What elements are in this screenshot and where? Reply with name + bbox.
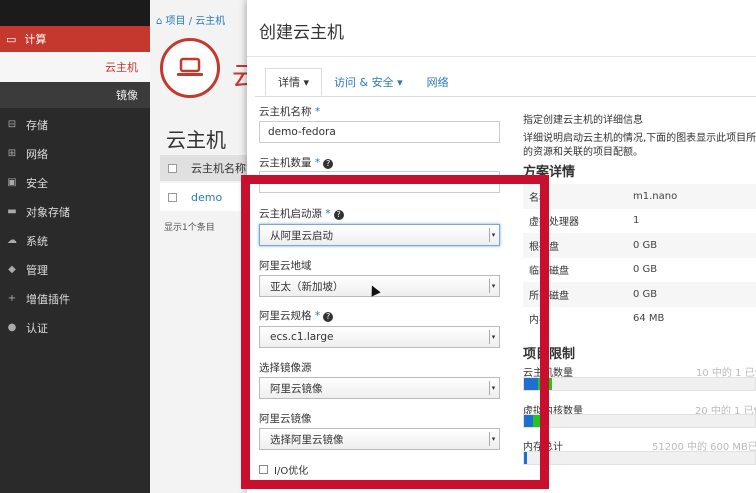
instance-count-label: 云主机数量 *? xyxy=(259,155,334,170)
home-icon[interactable]: ⌂ xyxy=(156,16,166,27)
sidebar-item-network[interactable]: ⊞ 网络 xyxy=(0,139,150,168)
tab-network[interactable]: 网络 xyxy=(415,68,461,96)
description-line-2: 的资源和关联的项目配额。 xyxy=(523,147,643,158)
sidebar-item-compute[interactable]: ▭ 计算 xyxy=(0,26,150,52)
page-title: 云主机 xyxy=(166,128,226,152)
tab-access-security[interactable]: 访问 & 安全 ▾ xyxy=(322,68,415,96)
quota-bar-ram xyxy=(523,451,756,465)
user-icon: ● xyxy=(7,322,17,333)
cloud-icon: ☁ xyxy=(7,235,17,246)
sidebar-item-label: 系统 xyxy=(26,234,48,248)
sidebar-subitem-instances[interactable]: 云主机 xyxy=(0,52,150,82)
modal-title: 创建云主机 xyxy=(259,23,344,43)
page-content: ⌂ 项目 / 云主机 云 云主机 云主机名称 demo 显示1个条目 xyxy=(150,0,258,493)
sidebar-subitem-images[interactable]: 镜像 xyxy=(0,82,150,108)
intro-text: 指定创建云主机的详细信息 xyxy=(523,115,643,126)
tabs-divider xyxy=(255,96,756,97)
sidebar-item-label: 对象存储 xyxy=(26,205,70,219)
sidebar: ▭ 计算 云主机 镜像 ⊟ 存储 ⊞ 网络 ▣ 安全 ▬ 对象存储 ☁ 系统 ◆… xyxy=(0,0,150,493)
modal-tabs: 详情 ▾ 访问 & 安全 ▾ 网络 xyxy=(265,68,461,96)
monitor-icon: ▭ xyxy=(6,32,17,46)
row-checkbox[interactable] xyxy=(168,192,177,202)
table-footer: 显示1个条目 xyxy=(164,223,215,233)
label-text: 云主机数量 xyxy=(259,157,312,169)
flavor-details-table: 名称 m1.nano 虚拟处理器 1 根磁盘 0 GB 临时磁盘 0 GB 所有磁盘 0 … xyxy=(523,184,756,331)
lock-icon: ▣ xyxy=(7,177,17,188)
table-row: 临时磁盘 0 GB xyxy=(523,258,756,283)
network-icon: ⊞ xyxy=(7,148,17,159)
select-all-checkbox[interactable] xyxy=(168,163,177,173)
required-marker: * xyxy=(314,106,321,118)
graduation-cap-icon: ◆ xyxy=(8,264,16,275)
sidebar-item-label: 管理 xyxy=(26,263,48,277)
sidebar-topbar xyxy=(0,0,150,26)
breadcrumb-text[interactable]: 项目 / 云主机 xyxy=(166,16,226,27)
sidebar-item-storage[interactable]: ⊟ 存储 xyxy=(0,110,150,139)
table-header: 云主机名称 xyxy=(160,155,252,181)
table-row: 虚拟处理器 1 xyxy=(523,209,756,234)
label-text: 云主机名称 xyxy=(259,106,312,118)
breadcrumb[interactable]: ⌂ 项目 / 云主机 xyxy=(156,12,225,27)
row-value: 0 GB xyxy=(633,264,658,276)
row-value: 64 MB xyxy=(633,313,665,325)
required-marker: * xyxy=(314,157,321,169)
sidebar-item-label: 安全 xyxy=(26,176,48,190)
sidebar-item-label: 网络 xyxy=(26,147,48,161)
row-value: 0 GB xyxy=(633,288,658,300)
sidebar-item-admin[interactable]: ◆ 管理 xyxy=(0,255,150,284)
quota-bar-vcpus xyxy=(523,414,756,428)
description-line-1: 详细说明启动云主机的情况,下面的图表显示此项目所使用 xyxy=(523,133,756,144)
instance-name-input[interactable]: demo-fedora xyxy=(259,121,500,143)
annotation-highlight-box xyxy=(241,175,549,489)
sidebar-item-label: 计算 xyxy=(24,33,47,46)
quota-bar-instances xyxy=(523,377,756,391)
instance-name-label: 云主机名称 * xyxy=(259,104,320,119)
sidebar-item-security[interactable]: ▣ 安全 xyxy=(0,168,150,197)
row-value: 1 xyxy=(633,215,640,227)
row-value: 0 GB xyxy=(633,239,658,251)
instance-logo xyxy=(160,38,220,98)
plus-icon: + xyxy=(7,293,17,304)
folder-icon: ▬ xyxy=(7,206,17,217)
sidebar-item-object-storage[interactable]: ▬ 对象存储 xyxy=(0,197,150,226)
row-value: m1.nano xyxy=(633,190,678,202)
tab-details[interactable]: 详情 ▾ xyxy=(265,68,323,96)
sidebar-item-label: 增值插件 xyxy=(26,292,70,306)
table-row[interactable]: demo xyxy=(160,183,252,211)
sidebar-subitem-label: 云主机 xyxy=(105,61,138,74)
modal-divider xyxy=(247,56,756,57)
sidebar-item-plugins[interactable]: + 增值插件 xyxy=(0,284,150,313)
table-row: 根磁盘 0 GB xyxy=(523,233,756,258)
table-row: 内存 64 MB xyxy=(523,307,756,332)
table-row: 名称 m1.nano xyxy=(523,184,756,209)
help-icon[interactable]: ? xyxy=(323,159,334,169)
sidebar-item-identity[interactable]: ● 认证 xyxy=(0,313,150,342)
hdd-icon: ⊟ xyxy=(7,119,17,130)
sidebar-subitem-label: 镜像 xyxy=(116,89,138,102)
instance-name-link[interactable]: demo xyxy=(191,191,222,204)
laptop-icon xyxy=(177,57,203,76)
table-row: 所有磁盘 0 GB xyxy=(523,282,756,307)
sidebar-item-label: 存储 xyxy=(26,118,48,132)
table-header-name[interactable]: 云主机名称 xyxy=(191,160,246,176)
sidebar-item-system[interactable]: ☁ 系统 xyxy=(0,226,150,255)
sidebar-item-label: 认证 xyxy=(26,321,48,335)
